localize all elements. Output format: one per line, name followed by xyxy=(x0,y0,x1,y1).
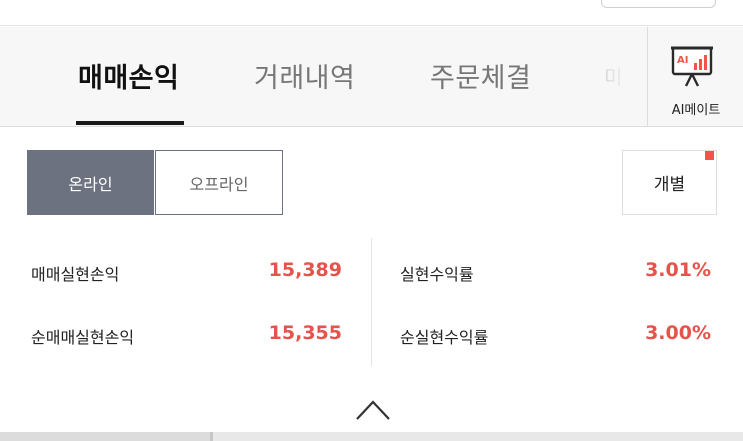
chevron-up-icon[interactable] xyxy=(355,398,391,422)
stats-divider xyxy=(371,238,372,366)
realized-return-label: 실현수익률 xyxy=(400,265,474,284)
net-realized-pnl-label: 순매매실현손익 xyxy=(31,328,135,347)
top-partial-button[interactable] xyxy=(601,0,716,8)
offline-toggle-button[interactable]: 오프라인 xyxy=(155,150,283,215)
bottom-bar-left-segment xyxy=(0,432,210,441)
individual-button[interactable]: 개별 xyxy=(622,150,717,215)
realized-return-value: 3.01% xyxy=(645,259,711,281)
tab-order-execution[interactable]: 주문체결 xyxy=(430,56,531,95)
net-realized-return-label: 순실현수익률 xyxy=(400,328,489,347)
net-realized-pnl-value: 15,355 xyxy=(268,322,342,344)
ai-mate-label: AI메이트 xyxy=(671,103,721,118)
individual-button-label: 개별 xyxy=(653,175,686,195)
bottom-bar xyxy=(0,432,743,441)
bottom-bar-divider xyxy=(210,432,213,441)
active-tab-indicator xyxy=(76,121,184,125)
tab-trading-pnl[interactable]: 매매손익 xyxy=(78,56,179,95)
ai-mate-button[interactable]: AI AI메이트 xyxy=(647,27,743,126)
realized-pnl-label: 매매실현손익 xyxy=(31,265,120,284)
net-realized-return-value: 3.00% xyxy=(645,322,711,344)
tab-unfilled[interactable]: 미 xyxy=(604,61,623,90)
ai-presentation-chart-icon: AI xyxy=(671,46,713,87)
ai-icon-text: AI xyxy=(677,55,688,66)
online-toggle-button[interactable]: 온라인 xyxy=(27,150,154,215)
tab-bar: 매매손익 거래내역 주문체결 미 AI AI메이트 xyxy=(0,27,743,127)
realized-pnl-value: 15,389 xyxy=(268,259,342,281)
tab-trade-history[interactable]: 거래내역 xyxy=(254,56,355,95)
top-strip xyxy=(0,0,743,26)
notification-dot xyxy=(705,151,714,160)
